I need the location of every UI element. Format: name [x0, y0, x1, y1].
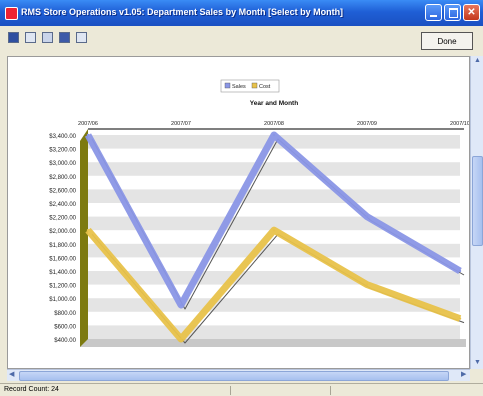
- chart-panel: $3,400.00 $3,200.00 $3,000.00 $2,800.00 $2,6…: [7, 56, 470, 369]
- chart-left-wall: [80, 129, 88, 347]
- y-tick-label: $1,000.00: [49, 297, 76, 303]
- scroll-down-icon[interactable]: ▼: [474, 358, 481, 368]
- x-axis-title: Year and Month: [250, 100, 298, 107]
- x-tick-label: 2007/09: [357, 121, 377, 127]
- done-button[interactable]: Done: [421, 32, 473, 50]
- close-button[interactable]: ✕: [463, 4, 480, 21]
- grid-band: [88, 271, 460, 285]
- grid-band: [88, 162, 460, 176]
- vertical-scroll-thumb[interactable]: [472, 156, 483, 246]
- x-tick-label: 2007/07: [171, 121, 191, 127]
- chart-floor: [80, 339, 466, 347]
- data-point: [272, 229, 276, 232]
- maximize-button[interactable]: [444, 4, 461, 21]
- sales-cost-chart: $3,400.00 $3,200.00 $3,000.00 $2,800.00 $2,6…: [49, 79, 470, 347]
- close-icon: ✕: [467, 7, 476, 18]
- y-tick-label: $600.00: [54, 324, 76, 330]
- y-tick-label: $1,400.00: [49, 270, 76, 276]
- legend-label: Sales: [232, 84, 246, 90]
- vertical-scrollbar[interactable]: ▲ ▼: [470, 56, 483, 369]
- data-point: [179, 303, 183, 307]
- grid-band: [88, 189, 460, 203]
- y-tick-label: $2,800.00: [49, 175, 76, 181]
- chart-legend: Sales Cost: [220, 79, 280, 93]
- legend-label: Cost: [259, 84, 271, 90]
- x-tick-label: 2007/08: [264, 121, 284, 127]
- y-tick-label: $3,200.00: [49, 148, 76, 154]
- y-tick-label: $2,200.00: [49, 216, 76, 222]
- y-tick-label: $1,600.00: [49, 256, 76, 262]
- data-point: [179, 337, 183, 341]
- y-tick-label: $3,400.00: [49, 134, 76, 140]
- scroll-right-icon[interactable]: ▶: [461, 370, 466, 380]
- y-tick-label: $1,200.00: [49, 284, 76, 290]
- y-tick-label: $2,400.00: [49, 202, 76, 208]
- toolbar: [0, 27, 483, 51]
- scroll-up-icon[interactable]: ▲: [474, 56, 481, 66]
- window-title: RMS Store Operations v1.05: Department S…: [21, 7, 344, 17]
- y-tick-label: $400.00: [54, 338, 76, 344]
- save-icon[interactable]: [8, 32, 19, 43]
- minimize-button[interactable]: [425, 4, 442, 21]
- record-count: Record Count: 24: [4, 386, 59, 393]
- y-tick-label: $800.00: [54, 311, 76, 317]
- app-window: RMS Store Operations v1.05: Department S…: [0, 0, 483, 396]
- status-divider: [230, 386, 231, 395]
- export-icon[interactable]: [59, 32, 70, 43]
- horizontal-scroll-thumb[interactable]: [19, 371, 449, 381]
- x-tick-label: 2007/06: [78, 121, 98, 127]
- status-divider: [330, 386, 331, 395]
- data-point: [365, 283, 369, 286]
- y-tick-label: $1,800.00: [49, 243, 76, 249]
- grid-band: [88, 325, 460, 339]
- title-bar[interactable]: RMS Store Operations v1.05: Department S…: [0, 0, 483, 26]
- horizontal-scrollbar[interactable]: ◀ ▶: [7, 369, 470, 381]
- data-point: [86, 133, 90, 137]
- scroll-left-icon[interactable]: ◀: [9, 370, 14, 380]
- legend-swatch: [251, 82, 258, 89]
- print-icon[interactable]: [25, 32, 36, 43]
- minimize-icon: [430, 15, 437, 17]
- maximize-icon: [449, 8, 458, 18]
- y-tick-label: $2,600.00: [49, 188, 76, 194]
- y-tick-label: $2,000.00: [49, 229, 76, 235]
- y-tick-label: $3,000.00: [49, 161, 76, 167]
- data-point: [458, 269, 462, 273]
- x-tick-label: 2007/10: [450, 121, 469, 127]
- grid-band: [88, 243, 460, 258]
- status-bar: Record Count: 24: [0, 383, 483, 396]
- data-point: [365, 215, 369, 218]
- app-icon: [5, 7, 18, 20]
- print-preview-icon[interactable]: [42, 32, 53, 43]
- legend-swatch: [224, 82, 231, 89]
- data-point: [86, 229, 90, 232]
- data-point: [458, 317, 462, 320]
- data-point: [272, 133, 276, 137]
- copy-icon[interactable]: [76, 32, 87, 43]
